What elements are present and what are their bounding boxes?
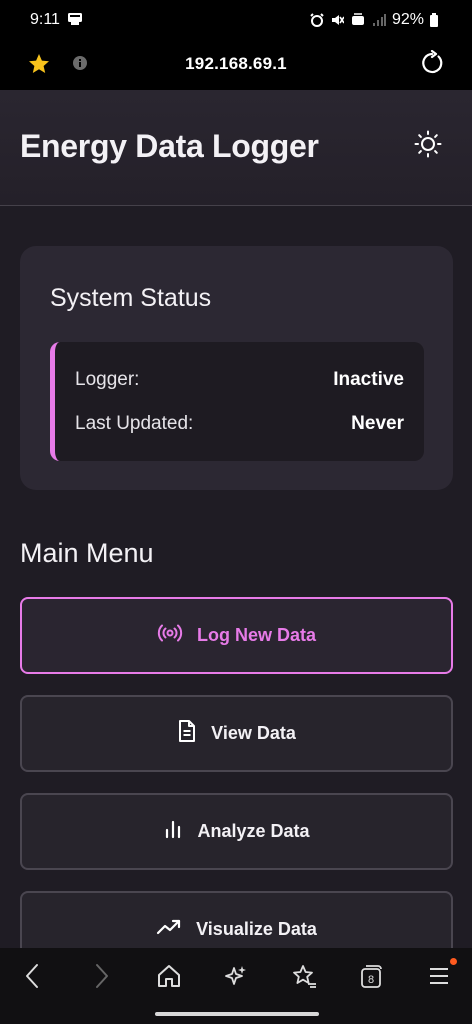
- view-data-label: View Data: [211, 723, 296, 743]
- system-status-card: System Status Logger: Inactive Last Upda…: [20, 246, 453, 490]
- browser-url-bar: 192.168.69.1: [0, 40, 472, 90]
- web-page: Energy Data Logger System Status Logger:…: [0, 90, 472, 948]
- home-indicator: [155, 1012, 319, 1016]
- menu-icon[interactable]: [428, 962, 450, 995]
- log-new-data-button[interactable]: Log New Data: [20, 597, 453, 674]
- analyze-data-label: Analyze Data: [197, 821, 310, 841]
- bar-chart-icon: [163, 819, 183, 844]
- visualize-data-button[interactable]: Visualize Data: [20, 891, 453, 948]
- document-icon: [177, 720, 197, 747]
- alarm-icon: [310, 13, 324, 27]
- analyze-data-button[interactable]: Analyze Data: [20, 793, 453, 870]
- home-icon[interactable]: [156, 962, 182, 995]
- trending-up-icon: [156, 918, 182, 941]
- page-title: Energy Data Logger: [20, 128, 319, 164]
- svg-text:8: 8: [368, 974, 374, 986]
- broadcast-icon: [157, 624, 183, 647]
- mute-icon: [330, 13, 344, 27]
- logger-label: Logger:: [75, 369, 140, 390]
- system-status-title: System Status: [50, 284, 212, 312]
- notification-dot: [450, 958, 457, 965]
- last-updated-value: Never: [351, 413, 404, 434]
- reload-icon[interactable]: [419, 49, 445, 81]
- notification-icon: [68, 12, 82, 30]
- status-details: Logger: Inactive Last Updated: Never: [50, 342, 424, 461]
- wifi-calling-icon: [350, 13, 366, 27]
- back-icon[interactable]: [22, 962, 44, 995]
- battery-icon: [430, 13, 438, 27]
- app-header: Energy Data Logger: [0, 90, 472, 206]
- logger-status-row: Logger: Inactive: [75, 369, 404, 391]
- theme-toggle-sun-icon[interactable]: [414, 130, 442, 163]
- log-new-data-label: Log New Data: [196, 625, 316, 645]
- tabs-icon[interactable]: 8: [358, 962, 384, 995]
- sparkle-icon[interactable]: [223, 962, 249, 995]
- status-bar: 9:11 92%: [0, 0, 472, 40]
- logger-value: Inactive: [333, 369, 404, 390]
- view-data-button[interactable]: View Data: [20, 695, 453, 772]
- forward-icon[interactable]: [90, 962, 112, 995]
- visualize-data-label: Visualize Data: [196, 919, 317, 939]
- bookmarks-icon[interactable]: [290, 962, 318, 995]
- status-time: 9:11: [30, 11, 60, 28]
- url-text[interactable]: 192.168.69.1: [0, 54, 472, 74]
- main-menu-title: Main Menu: [20, 538, 154, 568]
- battery-percent: 92%: [391, 11, 424, 28]
- last-updated-row: Last Updated: Never: [75, 413, 404, 435]
- last-updated-label: Last Updated:: [75, 413, 194, 434]
- signal-icon: [372, 13, 386, 27]
